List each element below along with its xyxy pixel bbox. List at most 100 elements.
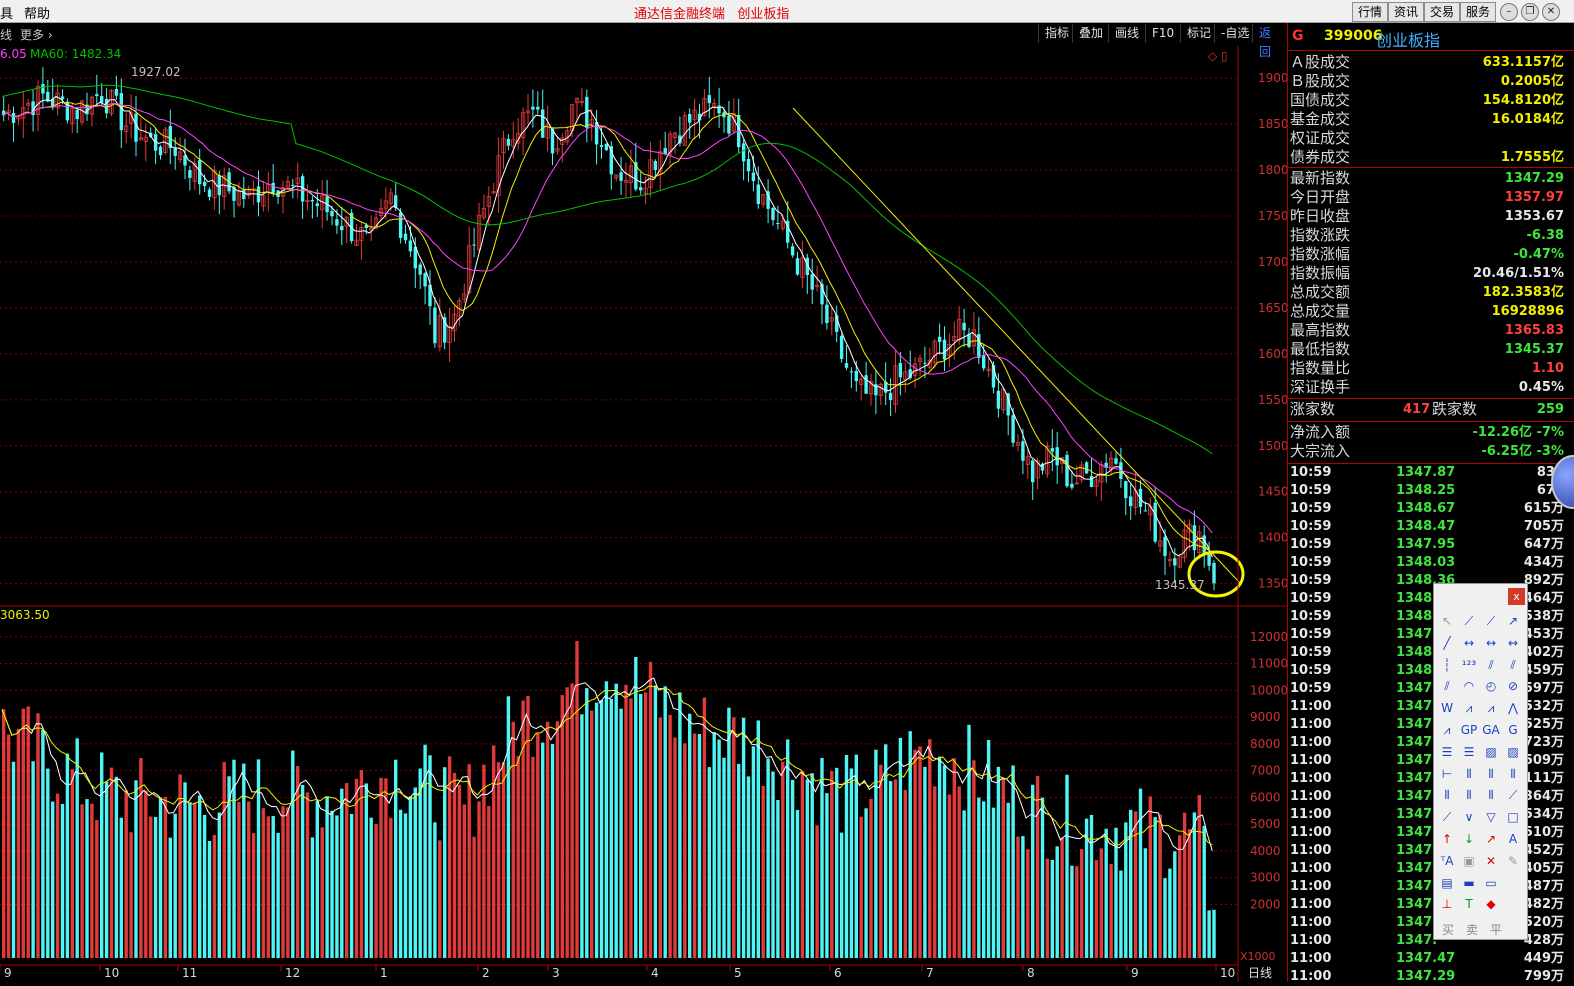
- circle-tool-icon[interactable]: ⊘: [1504, 677, 1522, 695]
- trend-channel-tool-icon[interactable]: ⫽: [1438, 677, 1456, 695]
- triangle-tool-icon[interactable]: ▽: [1482, 808, 1500, 826]
- dual-ray-tool-icon[interactable]: ╱: [1438, 634, 1456, 652]
- save-tool-icon[interactable]: ▭: [1482, 874, 1500, 892]
- draw-line-button[interactable]: 画线: [1108, 24, 1145, 43]
- tick-row[interactable]: 10:59 1347.87 837: [1290, 464, 1564, 482]
- target-tool-icon[interactable]: T: [1460, 895, 1478, 913]
- down-arrow-tool-icon[interactable]: ↓: [1460, 830, 1478, 848]
- box2-tool-icon[interactable]: ▨: [1504, 743, 1522, 761]
- candle-body: [717, 105, 721, 114]
- ray-tool-icon[interactable]: ↗: [1504, 612, 1522, 630]
- toolbar-cut-label[interactable]: 线: [0, 26, 12, 43]
- tick-row[interactable]: 10:59 1348.67 615万: [1290, 500, 1564, 518]
- more-menu[interactable]: 更多 ›: [20, 26, 53, 43]
- speed-tool-icon[interactable]: ⟋: [1504, 786, 1522, 804]
- indicator-button[interactable]: 指标: [1038, 24, 1075, 43]
- golden-ratio-tool-icon[interactable]: G: [1504, 721, 1522, 739]
- pen-tool-icon[interactable]: ✎: [1504, 852, 1522, 870]
- arrow-tool-icon[interactable]: ↗: [1482, 830, 1500, 848]
- golden-price-tool-icon[interactable]: GP: [1460, 721, 1478, 739]
- tick-row[interactable]: 11:00 1347.47 449万: [1290, 950, 1564, 968]
- h-line-tool-icon[interactable]: ↔: [1504, 634, 1522, 652]
- channel2-tool-icon[interactable]: ⫽: [1504, 656, 1522, 674]
- wave2-tool-icon[interactable]: ⩘: [1460, 699, 1478, 717]
- bars5-tool-icon[interactable]: ⦀: [1460, 786, 1478, 804]
- box-tool-icon[interactable]: ▨: [1482, 743, 1500, 761]
- wave3-tool-icon[interactable]: ⩘: [1482, 699, 1500, 717]
- flat-shortcut[interactable]: 平: [1490, 921, 1502, 938]
- close-palette-icon[interactable]: x: [1508, 588, 1525, 605]
- menu-item-help[interactable]: 帮助: [24, 3, 50, 22]
- angle-tool-icon[interactable]: ⟋: [1438, 808, 1456, 826]
- cycle-tool-icon[interactable]: ◴: [1482, 677, 1500, 695]
- top-button-trade[interactable]: 交易: [1424, 2, 1461, 22]
- sell-shortcut[interactable]: 卖: [1466, 921, 1478, 938]
- h-ray-tool-icon[interactable]: ↔: [1482, 634, 1500, 652]
- menu-item-tools[interactable]: 具: [0, 3, 13, 22]
- top-button-service[interactable]: 服务: [1460, 2, 1497, 22]
- text-tool-icon[interactable]: A: [1504, 830, 1522, 848]
- tick-row[interactable]: 11:00 1347.29 799万: [1290, 968, 1564, 986]
- volume-tick-label: 7000: [1250, 764, 1281, 778]
- fibonacci-tool-icon[interactable]: ☰: [1438, 743, 1456, 761]
- support-tool-icon[interactable]: ⊥: [1438, 895, 1456, 913]
- tick-row[interactable]: 10:59 1348.03 434万: [1290, 554, 1564, 572]
- erase-tool-icon[interactable]: ▣: [1460, 852, 1478, 870]
- golden-angle-tool-icon[interactable]: GA: [1482, 721, 1500, 739]
- delete-tool-icon[interactable]: ✕: [1482, 852, 1500, 870]
- chart-options-icon[interactable]: ◇ ▯: [1208, 49, 1228, 63]
- arc-tool-icon[interactable]: ◠: [1460, 677, 1478, 695]
- alert-tool-icon[interactable]: ◆: [1482, 895, 1500, 913]
- volume-tick-label: 4000: [1250, 844, 1281, 858]
- doc-tool-icon[interactable]: ▤: [1438, 874, 1456, 892]
- down-tool-icon[interactable]: ∨: [1460, 808, 1478, 826]
- price-label-tool-icon[interactable]: ¹²³: [1460, 656, 1478, 674]
- volume-bar: [423, 744, 427, 958]
- buy-shortcut[interactable]: 买: [1442, 921, 1454, 938]
- minimize-icon[interactable]: –: [1500, 3, 1518, 21]
- tick-volume: 428万: [1523, 933, 1564, 948]
- select-tool-icon[interactable]: ↖: [1438, 612, 1456, 630]
- watchlist-button[interactable]: -自选: [1214, 24, 1255, 43]
- restore-icon[interactable]: ❐: [1521, 3, 1539, 21]
- parallel-tool-icon[interactable]: ↔: [1460, 634, 1478, 652]
- channel-tool-icon[interactable]: ⫽: [1482, 656, 1500, 674]
- return-button[interactable]: 返回: [1252, 24, 1287, 59]
- mark-button[interactable]: 标记: [1180, 24, 1217, 43]
- blank2-tool-icon[interactable]: [1504, 895, 1522, 913]
- wave4-tool-icon[interactable]: ⋀: [1504, 699, 1522, 717]
- blank-tool-icon[interactable]: [1504, 874, 1522, 892]
- top-button-quotes[interactable]: 行情: [1352, 2, 1389, 22]
- bar-tool-icon[interactable]: ▬: [1460, 874, 1478, 892]
- top-button-news[interactable]: 资讯: [1388, 2, 1425, 22]
- f10-button[interactable]: F10: [1145, 24, 1180, 43]
- linear-reg-tool-icon[interactable]: ⊢: [1438, 765, 1456, 783]
- v-line-tool-icon[interactable]: ┆: [1438, 656, 1456, 674]
- bars-tool-icon[interactable]: ⦀: [1460, 765, 1478, 783]
- gann-fan-tool-icon[interactable]: ⩘: [1438, 721, 1456, 739]
- bars6-tool-icon[interactable]: ⦀: [1482, 786, 1500, 804]
- text-note-tool-icon[interactable]: ᵀA: [1438, 852, 1456, 870]
- overlay-button[interactable]: 叠加: [1072, 24, 1109, 43]
- rect-tool-icon[interactable]: □: [1504, 808, 1522, 826]
- period-label[interactable]: 日线: [1248, 966, 1272, 980]
- volume-bar: [281, 806, 285, 958]
- kline-chart[interactable]: 1900185018001750170016501600155015001450…: [0, 46, 1287, 982]
- candle-body: [1192, 525, 1197, 551]
- wave-tool-icon[interactable]: W: [1438, 699, 1456, 717]
- close-icon[interactable]: ✕: [1542, 3, 1560, 21]
- bars4-tool-icon[interactable]: ⦀: [1438, 786, 1456, 804]
- fib-grid-tool-icon[interactable]: ☰: [1460, 743, 1478, 761]
- tick-row[interactable]: 10:59 1347.95 647万: [1290, 536, 1564, 554]
- trend-line[interactable]: [792, 107, 1241, 584]
- segment-tool-icon[interactable]: ⟋: [1460, 612, 1478, 630]
- volume-bar: [717, 739, 721, 958]
- up-arrow-tool-icon[interactable]: ↑: [1438, 830, 1456, 848]
- tick-price: 1347.95: [1396, 537, 1456, 552]
- bars3-tool-icon[interactable]: ⦀: [1504, 765, 1522, 783]
- bars2-tool-icon[interactable]: ⦀: [1482, 765, 1500, 783]
- stat-label: 国债成交: [1290, 91, 1351, 109]
- tick-row[interactable]: 10:59 1348.47 705万: [1290, 518, 1564, 536]
- line-tool-icon[interactable]: ⟋: [1482, 612, 1500, 630]
- tick-row[interactable]: 10:59 1348.25 672: [1290, 482, 1564, 500]
